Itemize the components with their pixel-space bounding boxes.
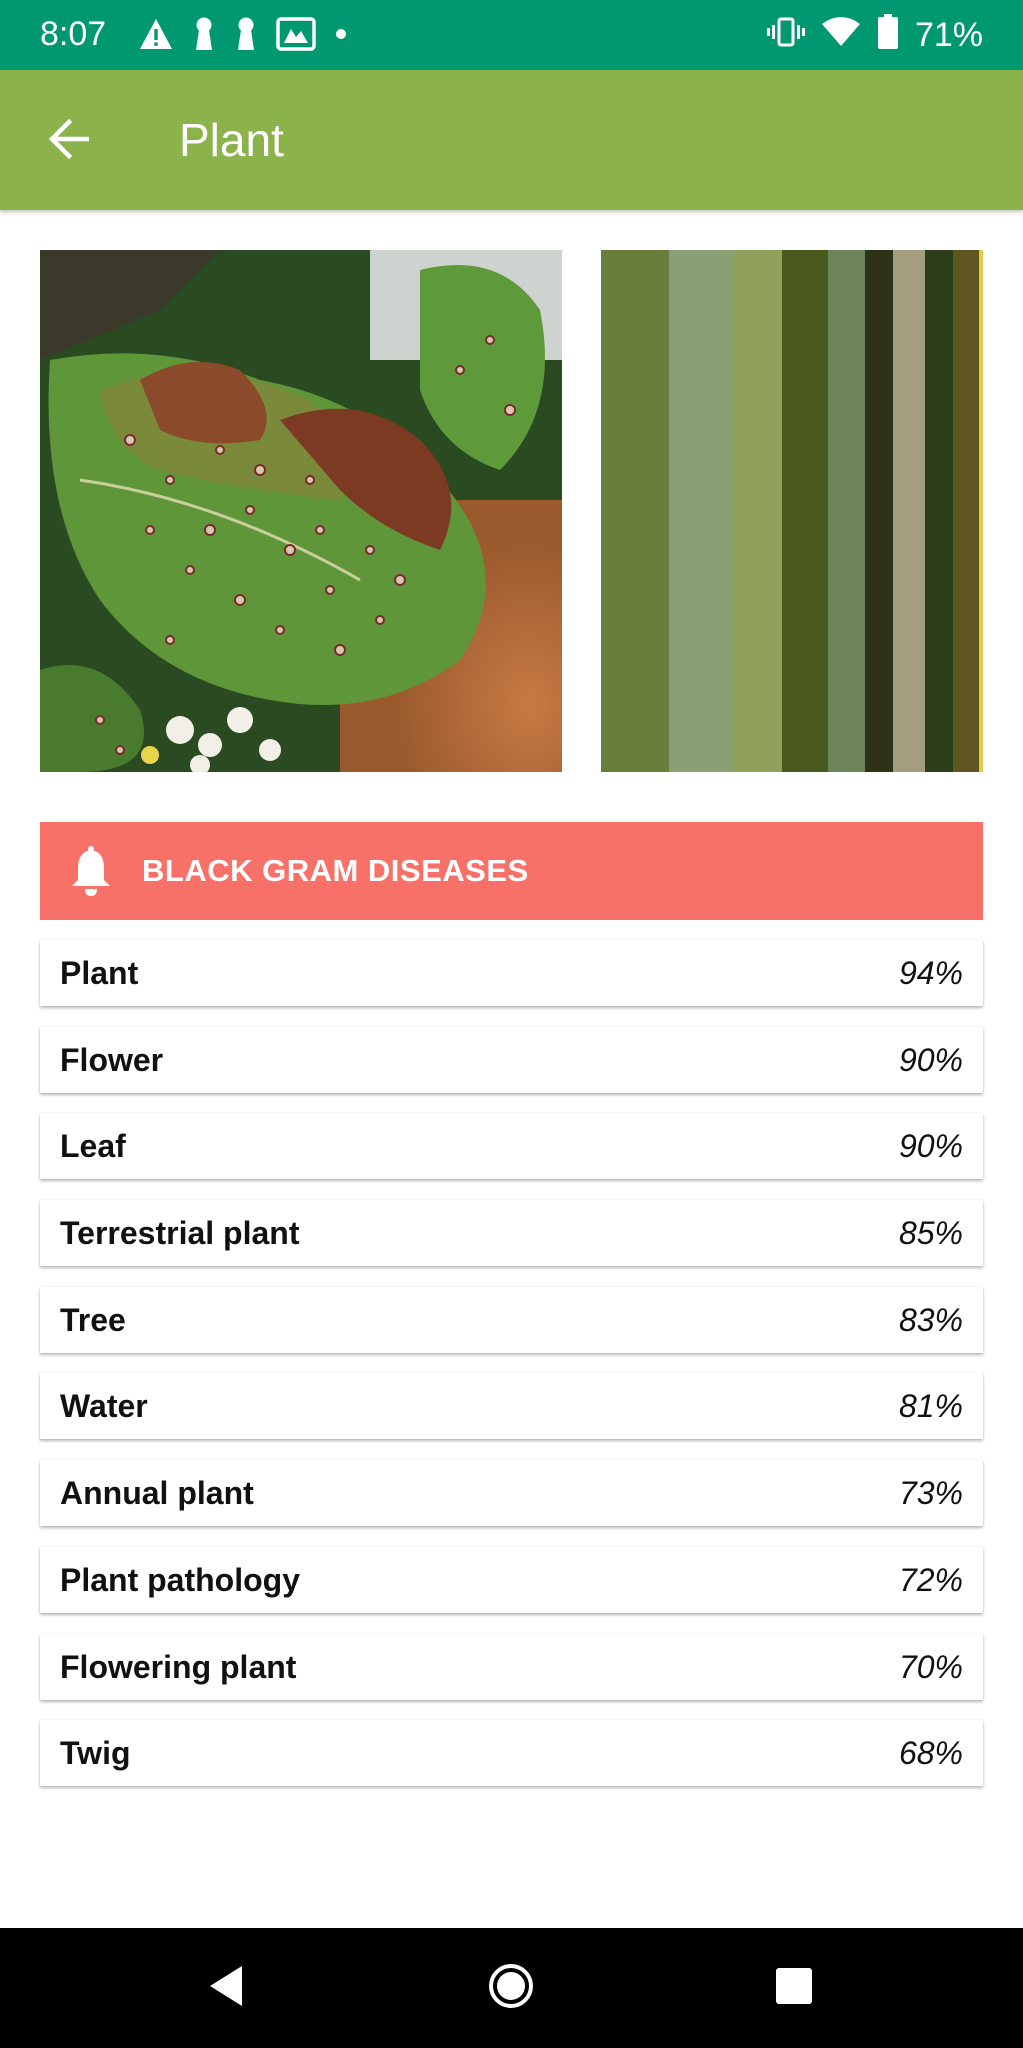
label-name: Annual plant [60,1475,254,1512]
color-swatch [953,250,979,772]
gallery-icon [276,17,316,56]
color-swatch [601,250,669,772]
color-swatch [734,250,782,772]
app-bar: Plant [0,70,1023,210]
list-item: Plant pathology 72% [40,1546,983,1613]
nav-back-button[interactable] [186,1948,266,2028]
color-swatch [925,250,953,772]
warning-icon [138,17,174,56]
category-banner: BLACK GRAM DISEASES [40,822,983,920]
recents-square-icon [774,1966,814,2011]
label-score: 68% [898,1735,963,1772]
label-name: Tree [60,1301,126,1338]
back-button[interactable] [34,106,104,176]
color-palette [601,250,983,772]
system-status: 71% [766,14,983,55]
color-swatch [893,250,925,772]
label-name: Plant pathology [60,1561,300,1598]
dot-icon [334,27,348,46]
label-score: 70% [898,1648,963,1685]
analyzed-photo [40,250,562,772]
label-name: Flower [60,1041,164,1078]
color-swatch [782,250,828,772]
list-item: Flower 90% [40,1026,983,1093]
keyhole-icon [192,16,216,57]
label-name: Plant [60,955,139,991]
bell-icon [66,844,116,898]
list-item: Water 81% [40,1373,983,1440]
list-item: Terrestrial plant 85% [40,1200,983,1267]
notification-icons [138,16,348,57]
nav-home-button[interactable] [471,1948,551,2028]
label-score: 85% [898,1215,963,1252]
wifi-icon [821,16,861,53]
label-score: 94% [898,955,963,991]
list-item: Twig 68% [40,1720,983,1787]
status-bar: 8:07 71% [0,0,1023,70]
keyhole-icon [234,16,258,57]
label-name: Water [60,1388,148,1425]
page-title: Plant [179,114,284,166]
list-item: Plant 94% [40,940,983,1006]
label-score: 83% [898,1301,963,1338]
label-name: Twig [60,1735,131,1772]
battery-percent: 71% [914,15,983,54]
list-item: Tree 83% [40,1286,983,1353]
labels-list: Plant 94% Flower 90% Leaf 90% Terrestrial p… [40,940,983,1807]
list-item: Flowering plant 70% [40,1633,983,1700]
label-score: 73% [898,1475,963,1512]
color-swatch [979,250,983,772]
label-score: 90% [898,1041,963,1078]
vibrate-icon [766,16,805,53]
battery-icon [877,14,899,55]
label-score: 81% [898,1388,963,1425]
status-time: 8:07 [40,15,107,53]
color-swatch [669,250,734,772]
label-name: Leaf [60,1128,126,1165]
list-item: Leaf 90% [40,1113,983,1180]
system-nav-bar [0,1928,1023,2048]
back-triangle-icon [206,1964,246,2013]
label-name: Terrestrial plant [60,1215,300,1252]
banner-title: BLACK GRAM DISEASES [142,853,529,888]
label-score: 90% [898,1128,963,1165]
label-score: 72% [898,1561,963,1598]
color-swatch [828,250,865,772]
home-circle-icon [487,1962,535,2015]
arrow-back-icon [47,118,91,164]
color-swatch [865,250,893,772]
nav-recents-button[interactable] [754,1948,834,2028]
label-name: Flowering plant [60,1648,297,1685]
list-item: Annual plant 73% [40,1460,983,1527]
